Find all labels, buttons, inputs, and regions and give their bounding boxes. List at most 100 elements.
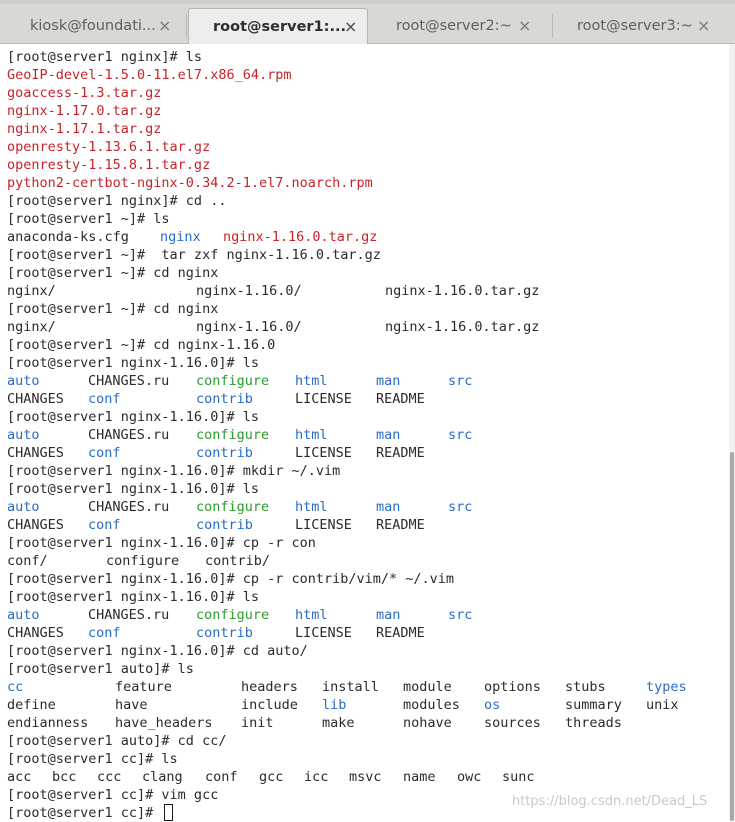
terminal-entry: README [376, 517, 425, 533]
terminal-entry: endianness [7, 715, 89, 731]
terminal-entry: html [295, 499, 328, 515]
terminal-line: goaccess-1.3.tar.gz [7, 84, 727, 102]
terminal-line: nginx-1.17.0.tar.gz [7, 102, 727, 120]
terminal-text: [root@server1 nginx-1.16.0]# mkdir ~/.vi… [7, 463, 341, 479]
terminal-line: auto CHANGES.ru configure html man src [7, 606, 727, 624]
terminal-line: CHANGES conf contrib LICENSE README [7, 624, 727, 642]
terminal-line: nginx/nginx-1.16.0/nginx-1.16.0.tar.gz [7, 318, 727, 336]
terminal-entry: LICENSE [295, 517, 352, 533]
terminal-text: [root@server1 nginx]# ls [7, 49, 203, 65]
terminal-entry: nginx-1.16.0.tar.gz [385, 319, 540, 335]
terminal-text: [root@server1 ~]# cd nginx [7, 301, 219, 317]
tab-server2[interactable]: root@server2:~ × [370, 8, 550, 44]
terminal-line: [root@server1 ~]# cd nginx-1.16.0 [7, 336, 727, 354]
terminal-line: python2-certbot-nginx-0.34.2-1.el7.noarc… [7, 174, 727, 192]
terminal-entry: nginx [160, 229, 201, 245]
terminal-line: [root@server1 nginx-1.16.0]# cd auto/ [7, 642, 727, 660]
terminal-entry: src [448, 607, 473, 623]
close-icon[interactable]: × [697, 18, 710, 34]
terminal-entry: contrib [196, 517, 253, 533]
scrollbar[interactable] [729, 44, 735, 821]
terminal-entry: conf [88, 391, 121, 407]
window-top-edge [0, 0, 735, 4]
terminal-output[interactable]: [root@server1 nginx]# ls GeoIP-devel-1.5.… [0, 44, 735, 821]
terminal-entry: bcc [52, 769, 77, 785]
terminal-line: [root@server1 ~]# cd nginx [7, 264, 727, 282]
terminal-entry: clang [142, 769, 183, 785]
terminal-text: [root@server1 cc]# [7, 805, 162, 821]
terminal-entry: name [403, 769, 436, 785]
terminal-entry: src [448, 499, 473, 515]
tab-server1[interactable]: root@server1:... × [188, 8, 368, 44]
scrollbar-thumb[interactable] [730, 452, 734, 821]
tab-label: root@server3:~ [577, 18, 693, 34]
terminal-entry: stubs [565, 679, 606, 695]
terminal-entry: include [241, 697, 298, 713]
terminal-line: CHANGES conf contrib LICENSE README [7, 516, 727, 534]
tab-label: root@server2:~ [396, 18, 512, 34]
terminal-line: [root@server1 nginx-1.16.0]# ls [7, 354, 727, 372]
terminal-entry: make [322, 715, 355, 731]
terminal-line: openresty-1.15.8.1.tar.gz [7, 156, 727, 174]
terminal-entry: auto [7, 427, 40, 443]
terminal-entry: nginx/ [7, 283, 56, 299]
terminal-entry: options [484, 679, 541, 695]
terminal-entry: configure [196, 499, 270, 515]
terminal-entry: src [448, 427, 473, 443]
terminal-entry: init [241, 715, 274, 731]
terminal-text: openresty-1.13.6.1.tar.gz [7, 139, 211, 155]
terminal-entry: module [403, 679, 452, 695]
close-icon[interactable]: × [158, 18, 171, 34]
terminal-entry: lib [322, 697, 347, 713]
terminal-entry: LICENSE [295, 445, 352, 461]
terminal-entry: conf [88, 517, 121, 533]
terminal-entry: CHANGES [7, 625, 64, 641]
terminal-text: [root@server1 auto]# cd cc/ [7, 733, 227, 749]
terminal-line: [root@server1 ~]# ls [7, 210, 727, 228]
terminal-entry: nginx-1.16.0/ [196, 283, 302, 299]
terminal-line: CHANGES conf contrib LICENSE README [7, 444, 727, 462]
terminal-entry: CHANGES [7, 517, 64, 533]
terminal-entry: cc [7, 679, 24, 695]
terminal-entry: auto [7, 373, 40, 389]
terminal-entry: src [448, 373, 473, 389]
terminal-entry: contrib [196, 445, 253, 461]
terminal-cursor [164, 804, 174, 821]
terminal-entry: html [295, 373, 328, 389]
terminal-line: [root@server1 nginx-1.16.0]# mkdir ~/.vi… [7, 462, 727, 480]
watermark: https://blog.csdn.net/Dead_LS [512, 794, 708, 809]
terminal-line: [root@server1 nginx]# ls [7, 48, 727, 66]
terminal-line: [root@server1 ~]# cd nginx [7, 300, 727, 318]
terminal-entry: html [295, 427, 328, 443]
terminal-entry: conf [88, 625, 121, 641]
tab-label: root@server1:... [213, 18, 346, 35]
terminal-line: auto CHANGES.ru configure html man src [7, 426, 727, 444]
terminal-entry: ccc [97, 769, 122, 785]
terminal-entry: os [484, 697, 501, 713]
close-icon[interactable]: × [344, 18, 357, 35]
terminal-text: [root@server1 nginx-1.16.0]# ls [7, 481, 259, 497]
terminal-text: GeoIP-devel-1.5.0-11.el7.x86_64.rpm [7, 67, 292, 83]
terminal-entry: nohave [403, 715, 452, 731]
terminal-line: [root@server1 auto]# cd cc/ [7, 732, 727, 750]
terminal-line: auto CHANGES.ru configure html man src [7, 498, 727, 516]
terminal-entry: README [376, 625, 425, 641]
tab-label: kiosk@foundati... [30, 18, 156, 34]
close-icon[interactable]: × [518, 18, 531, 34]
terminal-text: [root@server1 nginx-1.16.0]# cd auto/ [7, 643, 308, 659]
terminal-entry: nginx-1.16.0.tar.gz [385, 283, 540, 299]
terminal-text: openresty-1.15.8.1.tar.gz [7, 157, 211, 173]
terminal-entry: CHANGES.ru [88, 499, 170, 515]
terminal-text: nginx-1.17.0.tar.gz [7, 103, 162, 119]
terminal-entry: nginx-1.16.0/ [196, 319, 302, 335]
terminal-entry: auto [7, 499, 40, 515]
terminal-line: [root@server1 cc]# ls [7, 750, 727, 768]
terminal-entry: CHANGES.ru [88, 427, 170, 443]
terminal-entry: conf/ [7, 553, 48, 569]
tab-server3[interactable]: root@server3:~ × [553, 8, 735, 44]
terminal-line: auto CHANGES.ru configure html man src [7, 372, 727, 390]
tab-kiosk[interactable]: kiosk@foundati... × [0, 8, 184, 44]
terminal-entry: have [115, 697, 148, 713]
terminal-entry: README [376, 445, 425, 461]
terminal-entry: CHANGES.ru [88, 607, 170, 623]
